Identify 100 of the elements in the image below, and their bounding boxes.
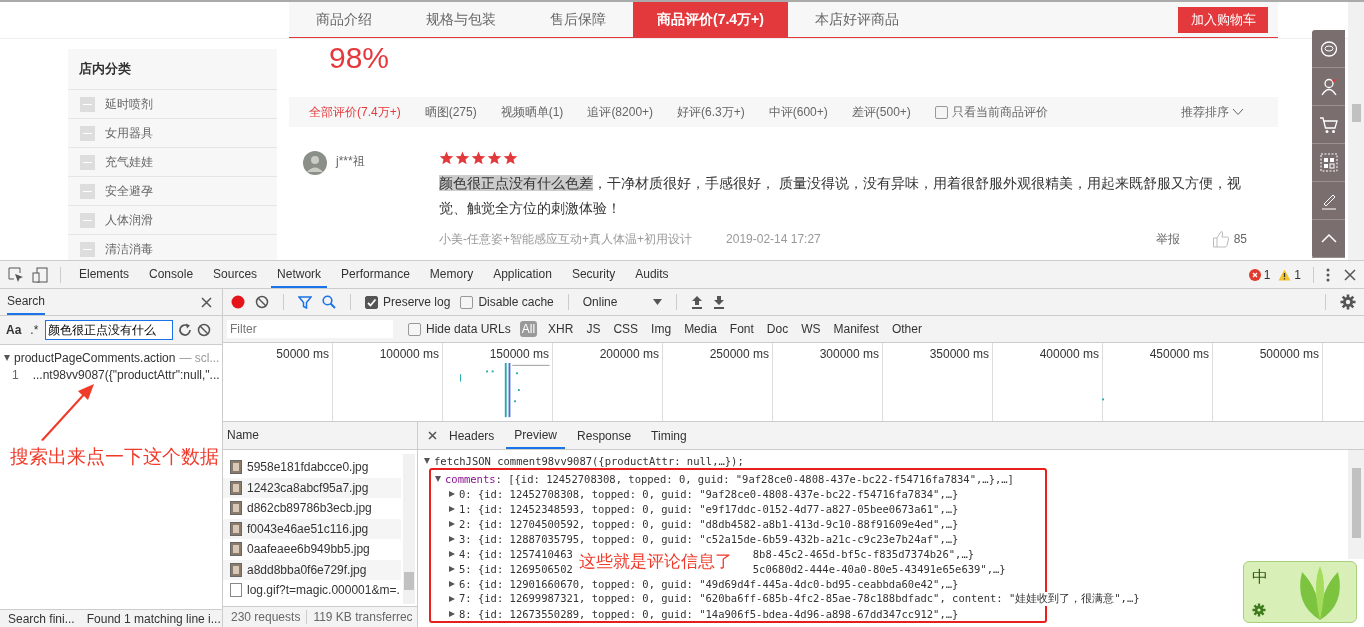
clear-icon[interactable]	[255, 295, 269, 309]
type-filter[interactable]: WS	[799, 321, 823, 337]
more-options-icon[interactable]	[1326, 267, 1330, 282]
search-icon[interactable]	[322, 295, 336, 309]
tab[interactable]: Elements	[73, 261, 136, 288]
time-tick: 250000 ms	[708, 346, 770, 361]
result-file[interactable]: productPageComments.action	[14, 351, 176, 365]
filter-tab[interactable]: 好评(6.3万+)	[677, 103, 745, 121]
sidebar-item[interactable]: 人体润滑	[105, 211, 153, 229]
refresh-icon[interactable]	[178, 323, 193, 337]
tab[interactable]: 售后保障	[523, 2, 633, 37]
tab[interactable]: Audits	[629, 261, 675, 288]
file-name[interactable]: 0aafeaee6b949bb5.jpg	[247, 542, 370, 557]
image-icon	[230, 562, 242, 577]
search-result-line[interactable]: ...nt98vv9087({"productAttr":null,"...	[32, 368, 220, 382]
chevron-down-icon[interactable]	[1232, 108, 1244, 116]
tab[interactable]: 规格与包装	[399, 2, 523, 37]
type-filter[interactable]: Other	[889, 321, 924, 337]
scrollbar[interactable]	[1348, 2, 1364, 260]
tab[interactable]: Headers	[441, 422, 503, 449]
tab[interactable]: Security	[565, 261, 622, 288]
search-field[interactable]: 颜色很正点没有什么	[45, 320, 174, 340]
tab[interactable]: Console	[143, 261, 200, 288]
type-filter[interactable]: XHR	[546, 321, 576, 337]
chat-icon[interactable]	[1318, 38, 1339, 59]
image-icon	[230, 521, 242, 536]
file-name[interactable]: d862cb89786b3ecb.jpg	[247, 501, 372, 516]
filter-icon[interactable]	[298, 295, 312, 309]
input-mode-label[interactable]: 中	[1252, 567, 1268, 588]
warning-count: 1	[1294, 267, 1301, 282]
error-icon[interactable]	[1248, 268, 1261, 281]
sidebar-item[interactable]: 清洁消毒	[105, 240, 153, 258]
type-filter[interactable]: Manifest	[831, 321, 881, 337]
checkbox-label[interactable]: Hide data URLs	[426, 322, 511, 336]
tab[interactable]: Application	[487, 261, 558, 288]
checkbox[interactable]	[934, 105, 948, 119]
type-filter[interactable]: Img	[649, 321, 674, 337]
tab[interactable]: Preview	[506, 422, 566, 449]
file-name[interactable]: log.gif?t=magic.000001&m=.	[247, 583, 400, 598]
filter-tab[interactable]: 视频晒单(1)	[500, 103, 564, 121]
checkbox[interactable]	[408, 322, 421, 336]
close-icon[interactable]	[1344, 268, 1356, 281]
close-icon[interactable]	[428, 431, 437, 440]
inspect-icon[interactable]	[8, 266, 24, 283]
scrollbar[interactable]	[403, 454, 415, 604]
match-case-button[interactable]: Aa	[4, 323, 24, 337]
report-link[interactable]: 举报	[1155, 230, 1180, 248]
settings-icon[interactable]	[1340, 294, 1356, 310]
tab[interactable]: 本店好评商品	[787, 2, 926, 37]
type-filter[interactable]: JS	[584, 321, 603, 337]
type-filter[interactable]: Media	[682, 321, 719, 337]
checkbox-label[interactable]: 只看当前商品评价	[951, 103, 1048, 121]
tab[interactable]: 商品评价(7.4万+)	[633, 2, 788, 37]
time-tick: 300000 ms	[818, 346, 880, 361]
scrollbar[interactable]	[1348, 450, 1364, 559]
disclosure-triangle[interactable]	[4, 355, 10, 361]
download-icon[interactable]	[713, 295, 726, 309]
type-filter[interactable]: Doc	[764, 321, 791, 337]
sidebar-item[interactable]: 延时喷剂	[105, 95, 153, 113]
qr-code-icon[interactable]	[1318, 152, 1339, 173]
sidebar-item[interactable]: 女用器具	[105, 124, 153, 142]
thumbs-up-icon[interactable]	[1211, 230, 1230, 248]
device-icon[interactable]	[32, 266, 48, 283]
tab[interactable]: Sources	[207, 261, 264, 288]
file-name[interactable]: 5958e181fdabcce0.jpg	[247, 460, 369, 475]
column-header[interactable]: Name	[223, 422, 417, 450]
clear-icon[interactable]	[197, 323, 212, 337]
tab[interactable]: Response	[569, 422, 640, 449]
add-to-cart-button[interactable]: 加入购物车	[1178, 6, 1268, 33]
sidebar-item[interactable]: 安全避孕	[105, 182, 153, 200]
filter-tab[interactable]: 追评(8200+)	[587, 103, 654, 121]
time-tick: 450000 ms	[1148, 346, 1210, 361]
filter-field[interactable]: Filter	[227, 320, 393, 338]
checkbox-label[interactable]: Disable cache	[478, 295, 554, 309]
checkbox[interactable]	[365, 295, 378, 309]
checkbox[interactable]	[460, 295, 474, 309]
cart-icon[interactable]	[1318, 114, 1339, 135]
checkbox-label[interactable]: Preserve log	[383, 295, 451, 309]
type-filter[interactable]: Font	[727, 321, 756, 337]
type-filter[interactable]: CSS	[611, 321, 641, 337]
close-icon[interactable]	[201, 296, 212, 308]
sort-dropdown[interactable]: 推荐排序	[1181, 103, 1229, 121]
filter-tab[interactable]: 全部评价(7.4万+)	[309, 103, 401, 121]
tab[interactable]: Performance	[335, 261, 416, 288]
settings-icon[interactable]	[1252, 603, 1266, 617]
filter-tab[interactable]: 中评(600+)	[768, 103, 828, 121]
throttle-dropdown[interactable]: Online	[582, 295, 663, 309]
line-number: 1	[12, 368, 19, 382]
tab[interactable]: Memory	[423, 261, 480, 288]
caret-down-icon[interactable]	[653, 299, 663, 305]
warning-icon[interactable]	[1278, 268, 1292, 281]
ime-widget[interactable]: 中	[1243, 561, 1357, 623]
tab[interactable]: Timing	[643, 422, 695, 449]
record-icon[interactable]	[231, 295, 245, 309]
filter-tab[interactable]: 差评(500+)	[851, 103, 911, 121]
filter-tab[interactable]: 晒图(275)	[424, 103, 477, 121]
sidebar-item[interactable]: 充气娃娃	[105, 153, 153, 171]
tab[interactable]: 商品介绍	[289, 2, 399, 37]
upload-icon[interactable]	[691, 295, 704, 309]
regex-button[interactable]: .*	[28, 323, 41, 337]
